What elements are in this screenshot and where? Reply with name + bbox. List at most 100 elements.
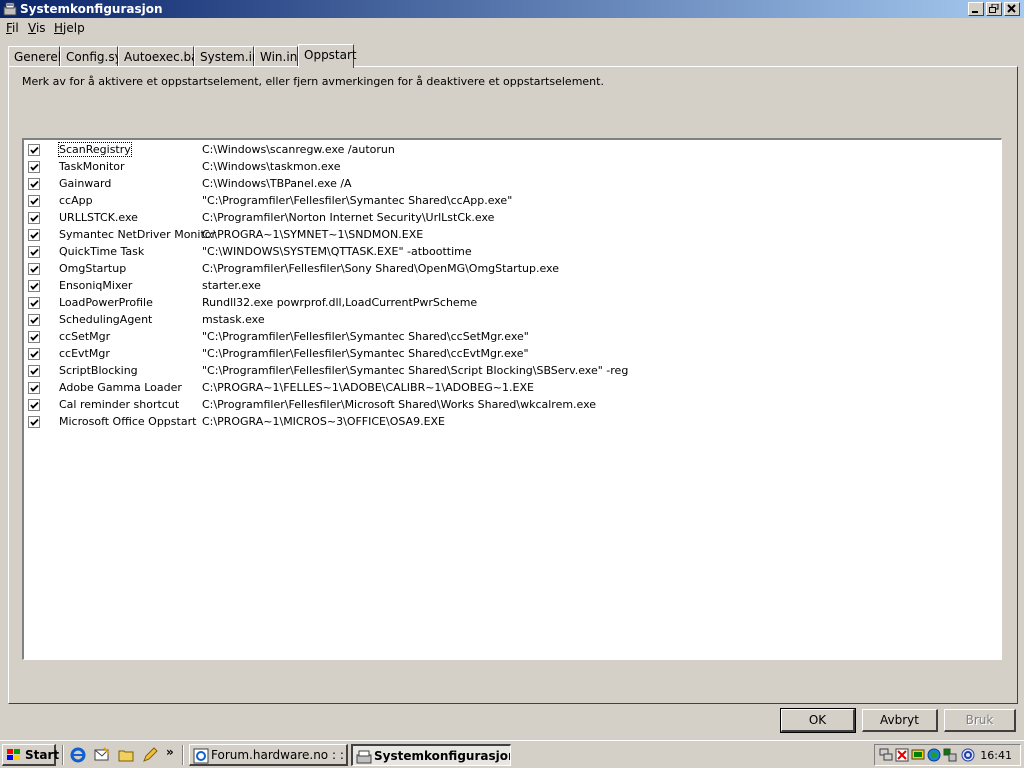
- startup-name: QuickTime Task: [59, 245, 145, 258]
- tab-label: Win.ini: [260, 50, 301, 64]
- startup-checkbox[interactable]: [28, 280, 40, 292]
- menu-file-label: Fil: [6, 21, 19, 35]
- startup-command: "C:\Programfiler\Fellesfiler\Symantec Sh…: [202, 364, 629, 377]
- title-bar[interactable]: Systemkonfigurasjon: [0, 0, 1024, 18]
- minimize-button[interactable]: [968, 2, 984, 16]
- startup-command: C:\PROGRA~1\SYMNET~1\SNDMON.EXE: [202, 228, 424, 241]
- norton-icon[interactable]: [895, 748, 909, 762]
- startup-checkbox[interactable]: [28, 246, 40, 258]
- startup-checkbox[interactable]: [28, 195, 40, 207]
- startup-checkbox[interactable]: [28, 161, 40, 173]
- checkmark-icon: [30, 248, 39, 256]
- clock[interactable]: 16:41: [980, 749, 1012, 762]
- startup-name: OmgStartup: [59, 262, 127, 275]
- close-button[interactable]: [1004, 2, 1020, 16]
- menu-view[interactable]: Vis: [28, 21, 46, 35]
- startup-name: Symantec NetDriver Monitor: [59, 228, 217, 241]
- startup-row[interactable]: Gainward C:\Windows\TBPanel.exe /A: [24, 176, 1000, 193]
- startup-name: Microsoft Office Oppstart: [59, 415, 197, 428]
- restore-button[interactable]: [986, 2, 1002, 16]
- outlook-express-icon[interactable]: [94, 747, 110, 763]
- task-label: Forum.hardware.no : : Foru...: [211, 748, 346, 762]
- quick-launch-more[interactable]: »: [166, 745, 174, 759]
- startup-checkbox[interactable]: [28, 331, 40, 343]
- startup-row[interactable]: QuickTime Task "C:\WINDOWS\SYSTEM\QTTASK.…: [24, 244, 1000, 261]
- tab-config-sys[interactable]: Config.sys: [60, 46, 128, 66]
- apply-button[interactable]: Bruk: [944, 709, 1016, 732]
- network-icon[interactable]: [879, 748, 893, 762]
- startup-row[interactable]: EnsoniqMixer starter.exe: [24, 278, 1000, 295]
- startup-name: ccSetMgr: [59, 330, 111, 343]
- task-systemkonfigurasjon[interactable]: Systemkonfigurasjon: [351, 744, 511, 766]
- startup-row[interactable]: TaskMonitor C:\Windows\taskmon.exe: [24, 159, 1000, 176]
- startup-row[interactable]: Adobe Gamma Loader C:\PROGRA~1\FELLES~1\A…: [24, 380, 1000, 397]
- startup-list[interactable]: ScanRegistry C:\Windows\scanregw.exe /aut…: [22, 138, 1002, 660]
- menu-file[interactable]: Fil: [6, 21, 19, 35]
- tab-system-ini[interactable]: System.ini: [194, 46, 263, 66]
- tab-autoexec-bat[interactable]: Autoexec.bat: [118, 46, 203, 66]
- checkmark-icon: [30, 316, 39, 324]
- startup-name: URLLSTCK.exe: [59, 211, 138, 224]
- startup-checkbox[interactable]: [28, 144, 40, 156]
- ie-icon[interactable]: [70, 747, 86, 763]
- speaker-icon[interactable]: [943, 748, 957, 762]
- startup-name: LoadPowerProfile: [59, 296, 153, 309]
- checkmark-icon: [30, 384, 39, 392]
- startup-row[interactable]: ScriptBlocking "C:\Programfiler\Fellesfil…: [24, 363, 1000, 380]
- startup-row[interactable]: OmgStartup C:\Programfiler\Fellesfiler\So…: [24, 261, 1000, 278]
- startup-name: TaskMonitor: [59, 160, 125, 173]
- startup-row[interactable]: SchedulingAgent mstask.exe: [24, 312, 1000, 329]
- ok-button[interactable]: OK: [780, 708, 856, 733]
- startup-command: C:\Windows\taskmon.exe: [202, 160, 341, 173]
- startup-command: "C:\Programfiler\Fellesfiler\Symantec Sh…: [202, 194, 513, 207]
- startup-row[interactable]: ccSetMgr "C:\Programfiler\Fellesfiler\Sym…: [24, 329, 1000, 346]
- startup-checkbox[interactable]: [28, 297, 40, 309]
- startup-name: ccApp: [59, 194, 93, 207]
- startup-command: Rundll32.exe powrprof.dll,LoadCurrentPwr…: [202, 296, 478, 309]
- cancel-button[interactable]: Avbryt: [862, 709, 938, 732]
- startup-checkbox[interactable]: [28, 263, 40, 275]
- taskbar-separator: [62, 745, 64, 765]
- globe-icon[interactable]: [927, 748, 941, 762]
- tab-oppstart[interactable]: Oppstart: [298, 44, 357, 68]
- startup-row[interactable]: Symantec NetDriver Monitor C:\PROGRA~1\SY…: [24, 227, 1000, 244]
- startup-command: C:\PROGRA~1\FELLES~1\ADOBE\CALIBR~1\ADOB…: [202, 381, 534, 394]
- menu-help[interactable]: Hjelp: [54, 21, 85, 35]
- start-button[interactable]: Start: [2, 744, 60, 766]
- folder-icon[interactable]: [118, 747, 134, 763]
- startup-checkbox[interactable]: [28, 212, 40, 224]
- startup-checkbox[interactable]: [28, 314, 40, 326]
- startup-name: Cal reminder shortcut: [59, 398, 180, 411]
- startup-name: ScanRegistry: [58, 142, 132, 157]
- startup-checkbox[interactable]: [28, 178, 40, 190]
- start-label: Start: [25, 748, 60, 762]
- startup-checkbox[interactable]: [28, 382, 40, 394]
- startup-row[interactable]: ScanRegistry C:\Windows\scanregw.exe /aut…: [24, 142, 1000, 159]
- startup-checkbox[interactable]: [28, 399, 40, 411]
- startup-row[interactable]: Microsoft Office Oppstart C:\PROGRA~1\MIC…: [24, 414, 1000, 431]
- startup-checkbox[interactable]: [28, 229, 40, 241]
- startup-row[interactable]: Cal reminder shortcut C:\Programfiler\Fel…: [24, 397, 1000, 414]
- checkmark-icon: [30, 418, 39, 426]
- startup-row[interactable]: LoadPowerProfile Rundll32.exe powrprof.dl…: [24, 295, 1000, 312]
- startup-checkbox[interactable]: [28, 348, 40, 360]
- startup-name: ScriptBlocking: [59, 364, 138, 377]
- startup-row[interactable]: URLLSTCK.exe C:\Programfiler\Norton Inter…: [24, 210, 1000, 227]
- display-icon[interactable]: [911, 748, 925, 762]
- startup-row[interactable]: ccApp "C:\Programfiler\Fellesfiler\Symant…: [24, 193, 1000, 210]
- startup-command: C:\Programfiler\Fellesfiler\Sony Shared\…: [202, 262, 559, 275]
- minimize-icon: [972, 11, 978, 13]
- startup-row[interactable]: ccEvtMgr "C:\Programfiler\Fellesfiler\Sym…: [24, 346, 1000, 363]
- tab-win-ini[interactable]: Win.ini: [254, 46, 301, 66]
- pencil-icon[interactable]: [142, 747, 158, 763]
- checkmark-icon: [30, 214, 39, 222]
- instruction-text: Merk av for å aktivere et oppstartseleme…: [22, 75, 604, 88]
- startup-checkbox[interactable]: [28, 365, 40, 377]
- startup-command: "C:\Programfiler\Fellesfiler\Symantec Sh…: [202, 330, 529, 343]
- system-tray: 16:41: [874, 744, 1021, 766]
- startup-checkbox[interactable]: [28, 416, 40, 428]
- task-forum-hardware[interactable]: Forum.hardware.no : : Foru...: [189, 744, 348, 766]
- quicktime-icon[interactable]: [961, 748, 975, 762]
- checkmark-icon: [30, 333, 39, 341]
- tab-generelt[interactable]: Generelt: [8, 46, 66, 66]
